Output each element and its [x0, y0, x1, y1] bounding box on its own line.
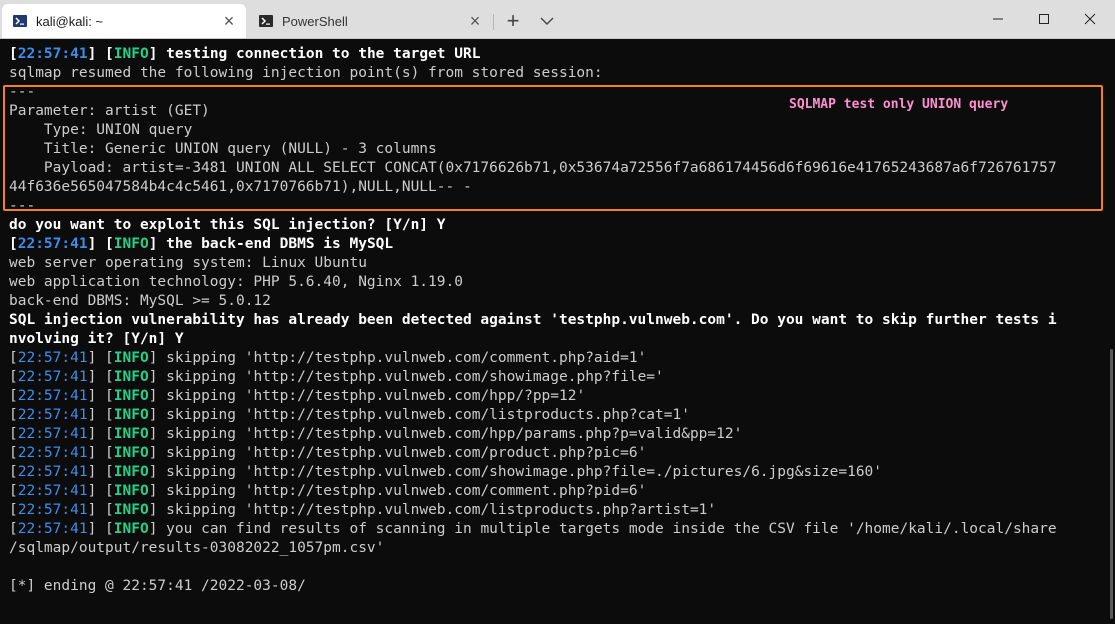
- powershell-icon: [258, 13, 274, 29]
- close-icon[interactable]: ×: [216, 12, 242, 30]
- log-line: [22:57:41] [INFO] skipping 'http://testp…: [9, 350, 647, 366]
- chevron-down-icon[interactable]: [534, 8, 560, 34]
- prompt-line: nvolving it? [Y/n] Y: [9, 331, 184, 347]
- tab-label: kali@kali: ~: [36, 13, 104, 29]
- log-line: [*] ending @ 22:57:41 /2022-03-08/: [9, 578, 306, 594]
- log-line: [22:57:41] [INFO] skipping 'http://testp…: [9, 407, 690, 423]
- title-bar: kali@kali: ~ × PowerShell × +: [0, 0, 1115, 39]
- tab-kali[interactable]: kali@kali: ~ ×: [2, 4, 246, 38]
- close-window-button[interactable]: [1067, 0, 1113, 38]
- log-line: [22:57:41] [INFO] skipping 'http://testp…: [9, 369, 664, 385]
- close-icon[interactable]: ×: [462, 12, 488, 30]
- new-tab-button[interactable]: +: [500, 8, 526, 34]
- log-line: [22:57:41] [INFO] the back-end DBMS is M…: [9, 236, 394, 252]
- log-line: [22:57:41] [INFO] skipping 'http://testp…: [9, 483, 647, 499]
- tab-separator: [493, 14, 494, 30]
- tab-powershell[interactable]: PowerShell ×: [248, 4, 492, 38]
- log-line: [22:57:41] [INFO] skipping 'http://testp…: [9, 388, 586, 404]
- minimize-button[interactable]: [975, 0, 1021, 38]
- log-line: /sqlmap/output/results-03082022_1057pm.c…: [9, 540, 385, 556]
- prompt-line: do you want to exploit this SQL injectio…: [9, 217, 446, 233]
- log-line: web server operating system: Linux Ubunt…: [9, 255, 367, 271]
- log-line: web application technology: PHP 5.6.40, …: [9, 274, 463, 290]
- tab-label: PowerShell: [282, 13, 348, 29]
- log-line: back-end DBMS: MySQL >= 5.0.12: [9, 293, 271, 309]
- terminal-output[interactable]: [22:57:41] [INFO] testing connection to …: [0, 39, 1115, 624]
- log-line: sqlmap resumed the following injection p…: [9, 65, 603, 81]
- maximize-button[interactable]: [1021, 0, 1067, 38]
- log-line: [22:57:41] [INFO] skipping 'http://testp…: [9, 502, 717, 518]
- terminal-prompt-icon: [12, 13, 28, 29]
- log-line: [22:57:41] [INFO] testing connection to …: [9, 46, 481, 62]
- log-line: [22:57:41] [INFO] skipping 'http://testp…: [9, 445, 647, 461]
- log-line: [22:57:41] [INFO] skipping 'http://testp…: [9, 426, 743, 442]
- scrollbar[interactable]: [1110, 349, 1113, 619]
- annotation-label: SQLMAP test only UNION query: [789, 97, 1009, 112]
- log-line: [22:57:41] [INFO] you can find results o…: [9, 521, 1057, 537]
- log-line: [22:57:41] [INFO] skipping 'http://testp…: [9, 464, 883, 480]
- prompt-line: SQL injection vulnerability has already …: [9, 312, 1057, 328]
